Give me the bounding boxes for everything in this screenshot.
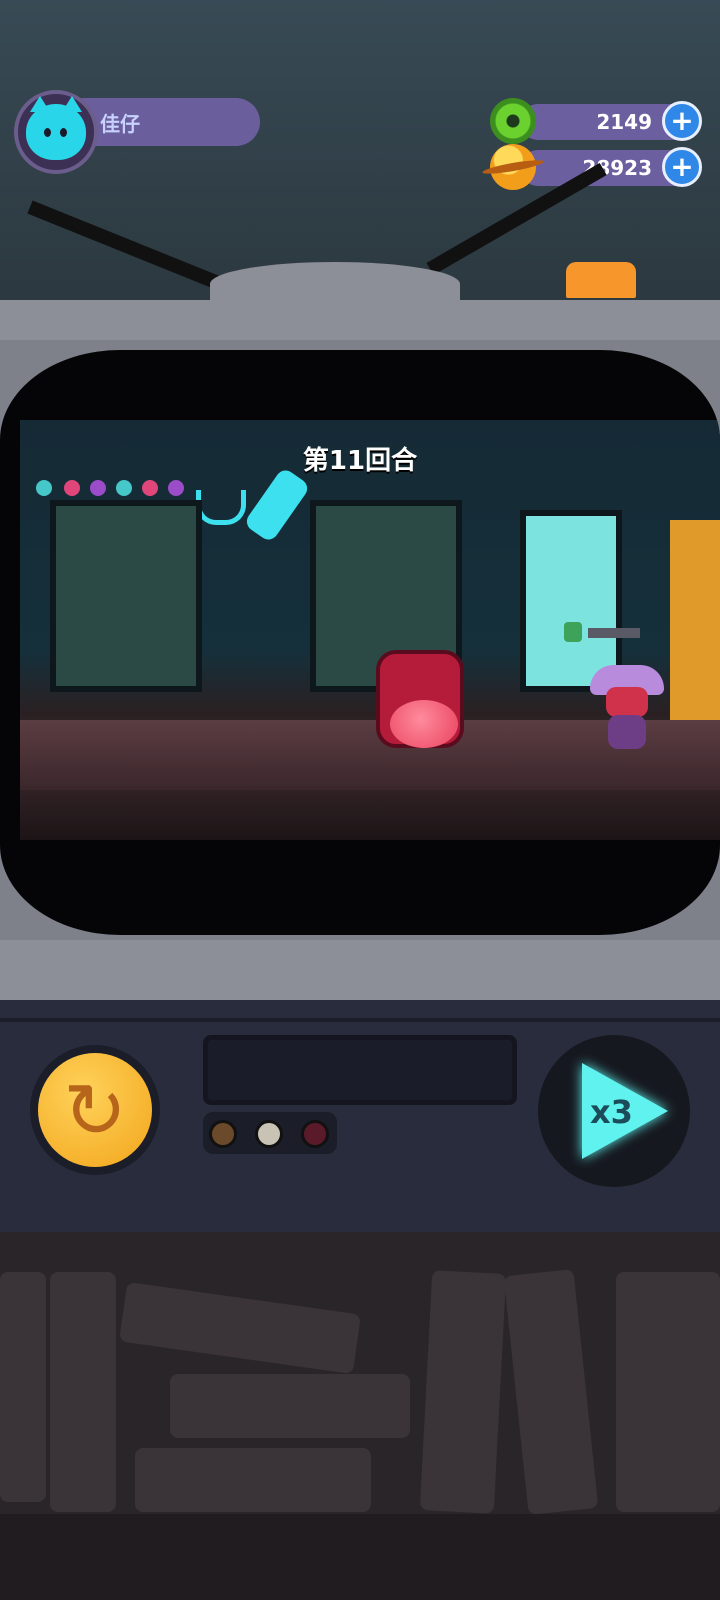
add-coins-button[interactable]: + [662, 147, 702, 187]
book [0, 1272, 46, 1502]
book [50, 1272, 116, 1512]
tv-bottom-frame [0, 940, 720, 1000]
orange-door [670, 520, 720, 720]
status-lights [203, 1112, 337, 1154]
speed-button[interactable]: x3 [538, 1035, 690, 1187]
gold-planet-icon [490, 144, 536, 190]
gem-counter: 2149 + [490, 98, 702, 144]
health-bar-fill [588, 628, 640, 638]
neon-bottle-icon [242, 466, 312, 544]
panel-divider [0, 1018, 720, 1022]
add-gems-button[interactable]: + [662, 101, 702, 141]
restart-icon: ↻ [63, 1066, 127, 1155]
book [135, 1448, 371, 1512]
player-name: 佳仔 [100, 112, 140, 136]
info-display [203, 1035, 517, 1105]
tv-screen [0, 350, 720, 935]
enemy-health-bar [560, 622, 640, 642]
coin-counter: 28923 + [490, 144, 702, 190]
retry-button[interactable]: ↻ [30, 1045, 160, 1175]
speed-label: x3 [590, 1093, 633, 1131]
shop-window-left [50, 500, 202, 692]
green-donut-icon [490, 98, 536, 144]
status-light-2 [255, 1120, 283, 1148]
jester-hero[interactable] [590, 665, 664, 755]
cat-avatar-icon [26, 96, 86, 160]
warning-light-icon [566, 262, 636, 298]
bookshelf [0, 1232, 720, 1600]
status-light-3 [301, 1120, 329, 1148]
game-root: 佳仔 2149 + 28923 + 第11回合 ↻ x3 [0, 0, 720, 1600]
shield-icon [564, 622, 582, 642]
book [419, 1270, 507, 1514]
red-slime-enemy[interactable] [390, 700, 458, 748]
player-avatar[interactable] [14, 90, 98, 174]
book [503, 1268, 599, 1516]
status-light-1 [209, 1120, 237, 1148]
book [616, 1272, 720, 1512]
neon-glass-icon [196, 490, 246, 525]
book [118, 1281, 362, 1375]
book [170, 1374, 410, 1438]
round-label: 第11回合 [302, 446, 418, 476]
shelf-board [0, 1514, 720, 1600]
gem-value: 2149 [596, 110, 652, 134]
